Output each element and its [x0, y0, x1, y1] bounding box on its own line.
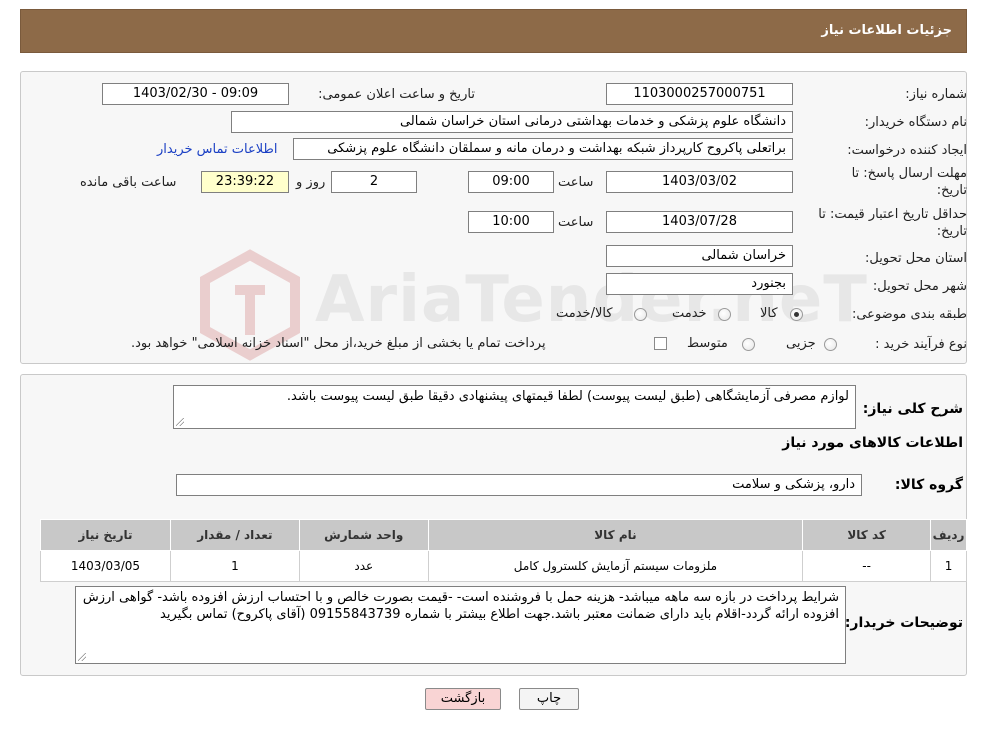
deadline-label-date: تاریخ: — [936, 183, 967, 198]
page-header: جزئیات اطلاعات نیاز — [20, 9, 967, 53]
col-header-need-date: تاریخ نیاز — [40, 519, 171, 551]
delivery-province-label: استان محل تحویل: — [865, 251, 967, 266]
announce-datetime-label: تاریخ و ساعت اعلان عمومی: — [318, 87, 475, 102]
cell-item-code: -- — [802, 550, 932, 582]
summary-label: شرح کلی نیاز: — [862, 401, 963, 417]
need-number-field: 1103000257000751 — [606, 83, 793, 105]
purchase-process-label: نوع فرآیند خرید : — [875, 337, 967, 352]
need-number-label: شماره نیاز: — [905, 87, 967, 102]
requester-field: براتعلی پاکروح کارپرداز شبکه بهداشت و در… — [293, 138, 793, 160]
price-validity-date-field: 1403/07/28 — [606, 211, 793, 233]
table-header-row: ردیف کد کالا نام کالا واحد شمارش تعداد /… — [40, 519, 967, 551]
table-row: 1 -- ملزومات سیستم آزمایش کلسترول کامل ع… — [40, 550, 967, 582]
category-radio-goods-service[interactable] — [634, 308, 647, 321]
price-validity-label: حداقل تاریخ اعتبار قیمت: تا — [818, 207, 967, 222]
items-table: ردیف کد کالا نام کالا واحد شمارش تعداد /… — [40, 519, 967, 582]
summary-text: لوازم مصرفی آزمایشگاهی (طبق لیست پیوست) … — [286, 389, 849, 404]
price-validity-time-label: ساعت — [558, 215, 594, 230]
goods-group-label: گروه کالا: — [894, 477, 963, 493]
price-validity-time-field: 10:00 — [468, 211, 554, 233]
process-radio-minor[interactable] — [824, 338, 837, 351]
deadline-time-label: ساعت — [558, 175, 594, 190]
resize-grip-icon — [176, 418, 184, 426]
col-header-unit: واحد شمارش — [298, 519, 429, 551]
category-radio-service[interactable] — [718, 308, 731, 321]
category-option-goods: کالا — [760, 306, 778, 321]
goods-group-field: دارو، پزشکی و سلامت — [176, 474, 862, 496]
buyer-org-field: دانشگاه علوم پزشکی و خدمات بهداشتی درمان… — [231, 111, 793, 133]
page-title: جزئیات اطلاعات نیاز — [821, 23, 952, 38]
treasury-note: پرداخت تمام یا بخشی از مبلغ خرید،از محل … — [131, 336, 546, 351]
announce-datetime-field: 1403/02/30 - 09:09 — [102, 83, 289, 105]
cell-need-date: 1403/03/05 — [40, 550, 171, 582]
category-option-goods-service: کالا/خدمت — [556, 306, 613, 321]
remaining-days-field: 2 — [331, 171, 417, 193]
delivery-province-field: خراسان شمالی — [606, 245, 793, 267]
buyer-notes-label: توضیحات خریدار: — [844, 615, 963, 631]
price-validity-label-date: تاریخ: — [936, 224, 967, 239]
remaining-time-label: ساعت باقی مانده — [80, 175, 177, 190]
cell-row-number: 1 — [930, 550, 967, 582]
category-label: طبقه بندی موضوعی: — [851, 307, 967, 322]
col-header-row-number: ردیف — [930, 519, 967, 551]
cell-unit: عدد — [298, 550, 429, 582]
cell-item-name: ملزومات سیستم آزمایش کلسترول کامل — [427, 550, 804, 582]
goods-section-title: اطلاعات کالاهای مورد نیاز — [782, 435, 963, 451]
print-button[interactable]: چاپ — [519, 688, 579, 710]
process-option-medium: متوسط — [687, 336, 728, 351]
process-option-minor: جزیی — [786, 336, 816, 351]
deadline-label: مهلت ارسال پاسخ: تا — [851, 166, 967, 181]
buyer-org-label: نام دستگاه خریدار: — [864, 115, 967, 130]
treasury-checkbox[interactable] — [654, 337, 667, 350]
deadline-date-field: 1403/03/02 — [606, 171, 793, 193]
buyer-notes-text: شرایط پرداخت در بازه سه ماهه میباشد- هزی… — [82, 590, 839, 622]
delivery-city-label: شهر محل تحویل: — [872, 279, 967, 294]
requester-label: ایجاد کننده درخواست: — [847, 143, 967, 158]
cell-quantity: 1 — [169, 550, 300, 582]
buyer-notes-textarea: شرایط پرداخت در بازه سه ماهه میباشد- هزی… — [75, 586, 846, 664]
deadline-time-field: 09:00 — [468, 171, 554, 193]
process-radio-medium[interactable] — [742, 338, 755, 351]
buyer-contact-link[interactable]: اطلاعات تماس خریدار — [157, 142, 277, 157]
category-radio-goods[interactable] — [790, 308, 803, 321]
delivery-city-field: بجنورد — [606, 273, 793, 295]
col-header-item-name: نام کالا — [427, 519, 804, 551]
remaining-time-field: 23:39:22 — [201, 171, 289, 193]
remaining-days-label: روز و — [296, 175, 326, 190]
back-button[interactable]: بازگشت — [425, 688, 501, 710]
resize-grip-icon — [78, 653, 86, 661]
category-option-service: خدمت — [672, 306, 707, 321]
col-header-item-code: کد کالا — [802, 519, 932, 551]
col-header-quantity: تعداد / مقدار — [169, 519, 300, 551]
summary-textarea: لوازم مصرفی آزمایشگاهی (طبق لیست پیوست) … — [173, 385, 856, 429]
